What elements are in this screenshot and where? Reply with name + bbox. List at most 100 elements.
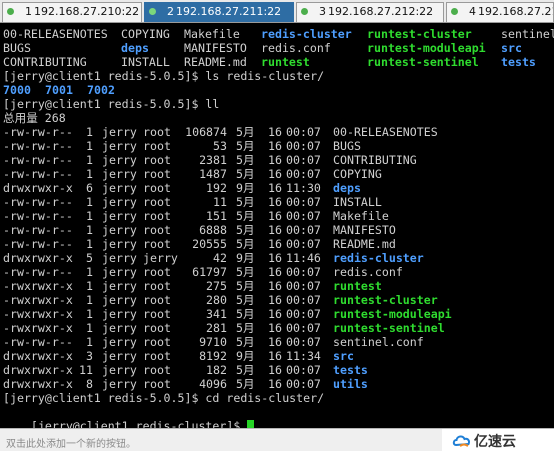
file-owner: jerry — [102, 181, 137, 195]
file-group: root — [143, 237, 171, 251]
file-group: root — [143, 363, 171, 377]
file-size: 20555 — [192, 237, 227, 251]
file-day: 16 — [268, 279, 282, 293]
file-perm: -rw-rw-r-- — [3, 265, 73, 279]
dir-name: 7002 — [87, 83, 115, 97]
file-size: 4096 — [199, 377, 227, 391]
file-day: 16 — [268, 349, 282, 363]
file-name: redis.conf — [261, 41, 331, 55]
file-time: 11:30 — [286, 181, 321, 195]
file-name: README.md — [184, 55, 247, 69]
cloud-logo-icon — [452, 435, 470, 447]
file-size: 61797 — [192, 265, 227, 279]
file-month: 5月 — [236, 223, 255, 237]
file-time: 00:07 — [286, 279, 321, 293]
file-name: 00-RELEASENOTES — [3, 27, 108, 41]
file-owner: jerry — [102, 209, 137, 223]
file-month: 5月 — [236, 307, 255, 321]
file-time: 00:07 — [286, 125, 321, 139]
file-day: 16 — [268, 209, 282, 223]
session-tab-3[interactable]: 3 192.168.27.212:22 — [296, 2, 444, 22]
file-group: root — [143, 349, 171, 363]
prompt-text: [jerry@client1 redis-cluster]$ — [30, 419, 248, 428]
file-time: 00:07 — [286, 377, 321, 391]
file-links: 1 — [86, 153, 93, 167]
connection-status-icon — [7, 8, 14, 15]
file-size: 53 — [213, 139, 227, 153]
file-links: 1 — [86, 237, 93, 251]
file-group: root — [143, 125, 171, 139]
file-links: 1 — [86, 335, 93, 349]
file-month: 5月 — [236, 125, 255, 139]
file-group: root — [143, 223, 171, 237]
file-month: 5月 — [236, 377, 255, 391]
file-name: runtest-cluster — [333, 293, 438, 307]
dir-name: redis-cluster — [261, 27, 352, 41]
file-time: 00:07 — [286, 209, 321, 223]
file-name: src — [333, 349, 354, 363]
file-perm: drwxrwxr-x — [3, 181, 73, 195]
file-name: README.md — [333, 237, 396, 251]
file-size: 1487 — [199, 167, 227, 181]
status-bar[interactable]: 双击此处添加一个新的按钮。 亿速云 — [0, 428, 554, 451]
file-perm: -rw-rw-r-- — [3, 237, 73, 251]
file-owner: jerry — [102, 321, 137, 335]
exec-name: runtest-moduleapi — [367, 41, 486, 55]
file-day: 16 — [268, 139, 282, 153]
file-perm: -rw-rw-r-- — [3, 209, 73, 223]
file-group: root — [143, 195, 171, 209]
file-time: 00:07 — [286, 223, 321, 237]
file-perm: -rw-rw-r-- — [3, 195, 73, 209]
file-size: 106874 — [185, 125, 227, 139]
ls-output-row: 7000 7001 7002 — [3, 83, 115, 97]
dir-name: 7000 — [3, 83, 31, 97]
file-group: root — [143, 307, 171, 321]
file-links: 1 — [86, 279, 93, 293]
command-line: [jerry@client1 redis-5.0.5]$ ls redis-cl… — [3, 69, 325, 83]
session-tab-2[interactable]: 2 192.168.27.211:22 — [144, 2, 294, 22]
file-group: root — [143, 139, 171, 153]
file-name: runtest-moduleapi — [333, 307, 452, 321]
file-day: 16 — [268, 167, 282, 181]
file-day: 16 — [268, 307, 282, 321]
file-size: 280 — [206, 293, 227, 307]
file-name: INSTALL — [121, 55, 170, 69]
file-size: 182 — [206, 363, 227, 377]
file-size: 11 — [213, 195, 227, 209]
file-links: 5 — [86, 251, 93, 265]
file-name: runtest — [333, 279, 382, 293]
file-time: 00:07 — [286, 363, 321, 377]
exec-name: runtest — [261, 55, 310, 69]
file-links: 8 — [86, 377, 93, 391]
file-time: 00:07 — [286, 293, 321, 307]
file-month: 9月 — [236, 251, 255, 265]
file-links: 1 — [86, 195, 93, 209]
file-month: 9月 — [236, 181, 255, 195]
file-perm: -rwxrwxr-x — [3, 293, 73, 307]
file-perm: -rwxrwxr-x — [3, 279, 73, 293]
tab-host-label: 192.168.27.211:22 — [176, 5, 282, 18]
command-line: [jerry@client1 redis-5.0.5]$ ll — [3, 97, 220, 111]
add-button-hint[interactable]: 双击此处添加一个新的按钮。 — [6, 435, 136, 450]
current-prompt[interactable]: [jerry@client1 redis-cluster]$ — [3, 405, 255, 428]
session-tab-1[interactable]: 1 192.168.27.210:22 — [2, 2, 142, 22]
file-day: 16 — [268, 377, 282, 391]
terminal-output[interactable]: 00-RELEASENOTES COPYING Makefile redis-c… — [0, 24, 554, 428]
file-owner: jerry — [102, 139, 137, 153]
file-month: 5月 — [236, 153, 255, 167]
file-time: 00:07 — [286, 139, 321, 153]
file-time: 00:07 — [286, 307, 321, 321]
file-name: redis.conf — [333, 265, 403, 279]
file-group: root — [143, 377, 171, 391]
connection-status-icon — [451, 8, 458, 15]
file-name: redis-cluster — [333, 251, 424, 265]
file-month: 5月 — [236, 195, 255, 209]
session-tab-4[interactable]: 4192.168.27.213:22 — [446, 2, 554, 22]
file-owner: jerry — [102, 349, 137, 363]
file-owner: jerry — [102, 195, 137, 209]
file-size: 341 — [206, 307, 227, 321]
file-month: 5月 — [236, 167, 255, 181]
file-perm: -rw-rw-r-- — [3, 223, 73, 237]
file-perm: -rwxrwxr-x — [3, 307, 73, 321]
exec-name: runtest-sentinel — [367, 55, 479, 69]
